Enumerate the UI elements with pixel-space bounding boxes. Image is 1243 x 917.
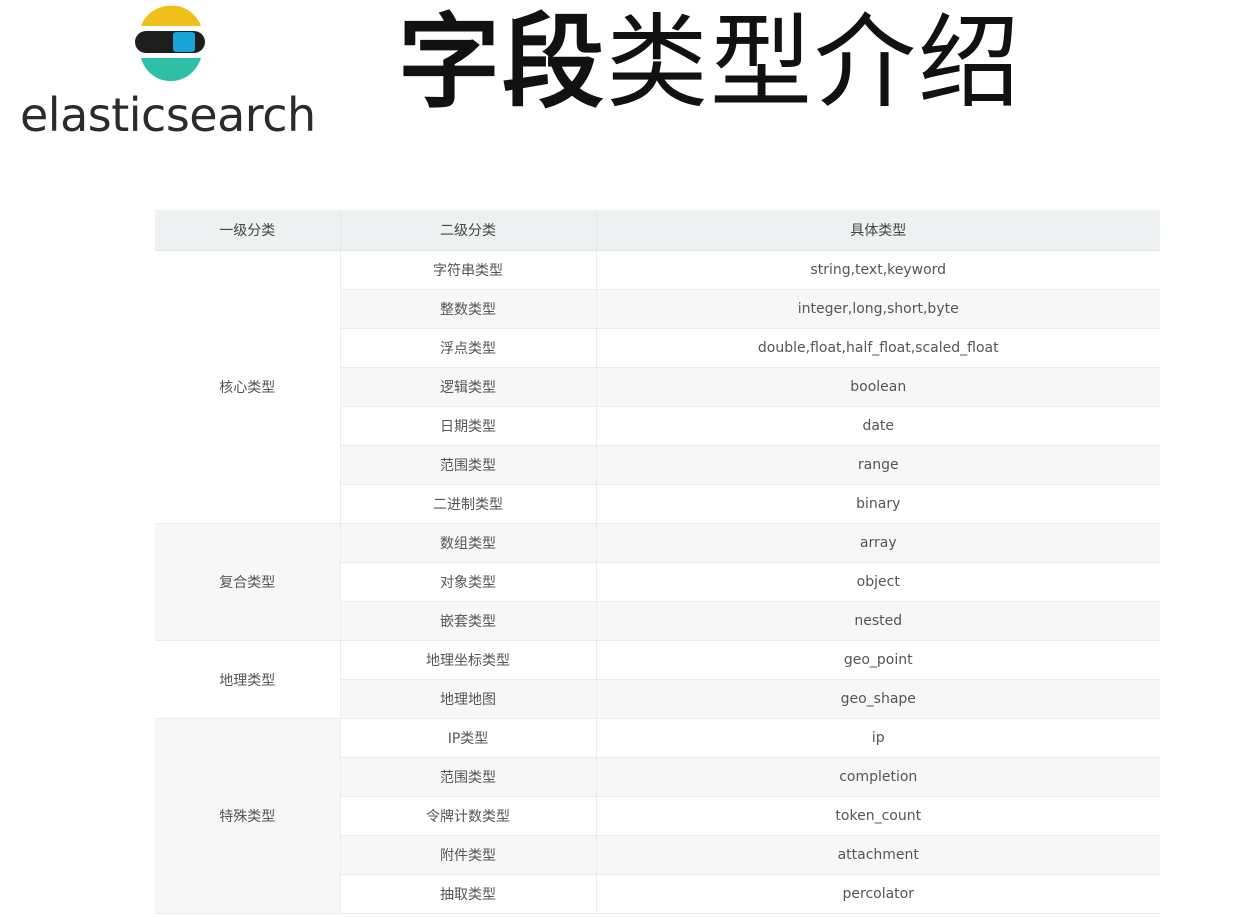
specific-type-cell: boolean bbox=[596, 367, 1160, 407]
specific-type-cell: token_count bbox=[596, 796, 1160, 836]
subcategory-cell: 二进制类型 bbox=[340, 484, 597, 524]
header-level2: 二级分类 bbox=[340, 210, 597, 251]
subcategory-cell: 地理地图 bbox=[340, 679, 597, 719]
subcategory-cell: 日期类型 bbox=[340, 406, 597, 446]
category-cell: 地理类型 bbox=[155, 640, 341, 719]
subcategory-cell: 地理坐标类型 bbox=[340, 640, 597, 680]
header-level1: 一级分类 bbox=[155, 210, 341, 251]
subcategory-cell: 附件类型 bbox=[340, 835, 597, 875]
title-bold: 字段 bbox=[398, 4, 606, 123]
specific-type-cell: array bbox=[596, 523, 1160, 563]
specific-type-cell: completion bbox=[596, 757, 1160, 797]
elasticsearch-logo: elasticsearch bbox=[20, 4, 316, 142]
elasticsearch-logo-icon bbox=[135, 5, 205, 82]
field-types-table: 一级分类 二级分类 具体类型 核心类型 字符串类型 string,text,keyw… bbox=[155, 210, 1160, 914]
page-title: 字段类型介绍 bbox=[398, 4, 1022, 124]
subcategory-cell: 范围类型 bbox=[340, 445, 597, 485]
specific-type-cell: nested bbox=[596, 601, 1160, 641]
specific-type-cell: date bbox=[596, 406, 1160, 446]
table-row: 地理类型 地理坐标类型 geo_point bbox=[155, 640, 1160, 719]
specific-type-cell: integer,long,short,byte bbox=[596, 289, 1160, 329]
category-cell: 特殊类型 bbox=[155, 718, 341, 914]
logo-wordmark: elasticsearch bbox=[20, 88, 316, 142]
specific-type-cell: ip bbox=[596, 718, 1160, 758]
header-specific: 具体类型 bbox=[596, 210, 1160, 251]
specific-type-cell: attachment bbox=[596, 835, 1160, 875]
subcategory-cell: 字符串类型 bbox=[340, 250, 597, 290]
specific-type-cell: geo_shape bbox=[596, 679, 1160, 719]
subcategory-cell: 对象类型 bbox=[340, 562, 597, 602]
specific-type-cell: string,text,keyword bbox=[596, 250, 1160, 290]
table-row: 核心类型 字符串类型 string,text,keyword bbox=[155, 250, 1160, 524]
specific-type-cell: object bbox=[596, 562, 1160, 602]
subcategory-cell: IP类型 bbox=[340, 718, 597, 758]
subcategory-cell: 范围类型 bbox=[340, 757, 597, 797]
specific-type-cell: double,float,half_float,scaled_float bbox=[596, 328, 1160, 368]
subcategory-cell: 抽取类型 bbox=[340, 874, 597, 914]
subcategory-cell: 逻辑类型 bbox=[340, 367, 597, 407]
table-row: 复合类型 数组类型 array bbox=[155, 523, 1160, 641]
table-body: 核心类型 字符串类型 string,text,keyword 整数类型 integer,… bbox=[155, 250, 1160, 914]
table-header-row: 一级分类 二级分类 具体类型 bbox=[155, 210, 1160, 251]
specific-type-cell: range bbox=[596, 445, 1160, 485]
subcategory-cell: 嵌套类型 bbox=[340, 601, 597, 641]
subcategory-cell: 令牌计数类型 bbox=[340, 796, 597, 836]
title-rest: 类型介绍 bbox=[606, 4, 1022, 123]
subcategory-cell: 整数类型 bbox=[340, 289, 597, 329]
category-cell: 复合类型 bbox=[155, 523, 341, 641]
category-cell: 核心类型 bbox=[155, 250, 341, 524]
subcategory-cell: 浮点类型 bbox=[340, 328, 597, 368]
table-row: 特殊类型 IP类型 ip bbox=[155, 718, 1160, 914]
specific-type-cell: percolator bbox=[596, 874, 1160, 914]
subcategory-cell: 数组类型 bbox=[340, 523, 597, 563]
specific-type-cell: geo_point bbox=[596, 640, 1160, 680]
specific-type-cell: binary bbox=[596, 484, 1160, 524]
